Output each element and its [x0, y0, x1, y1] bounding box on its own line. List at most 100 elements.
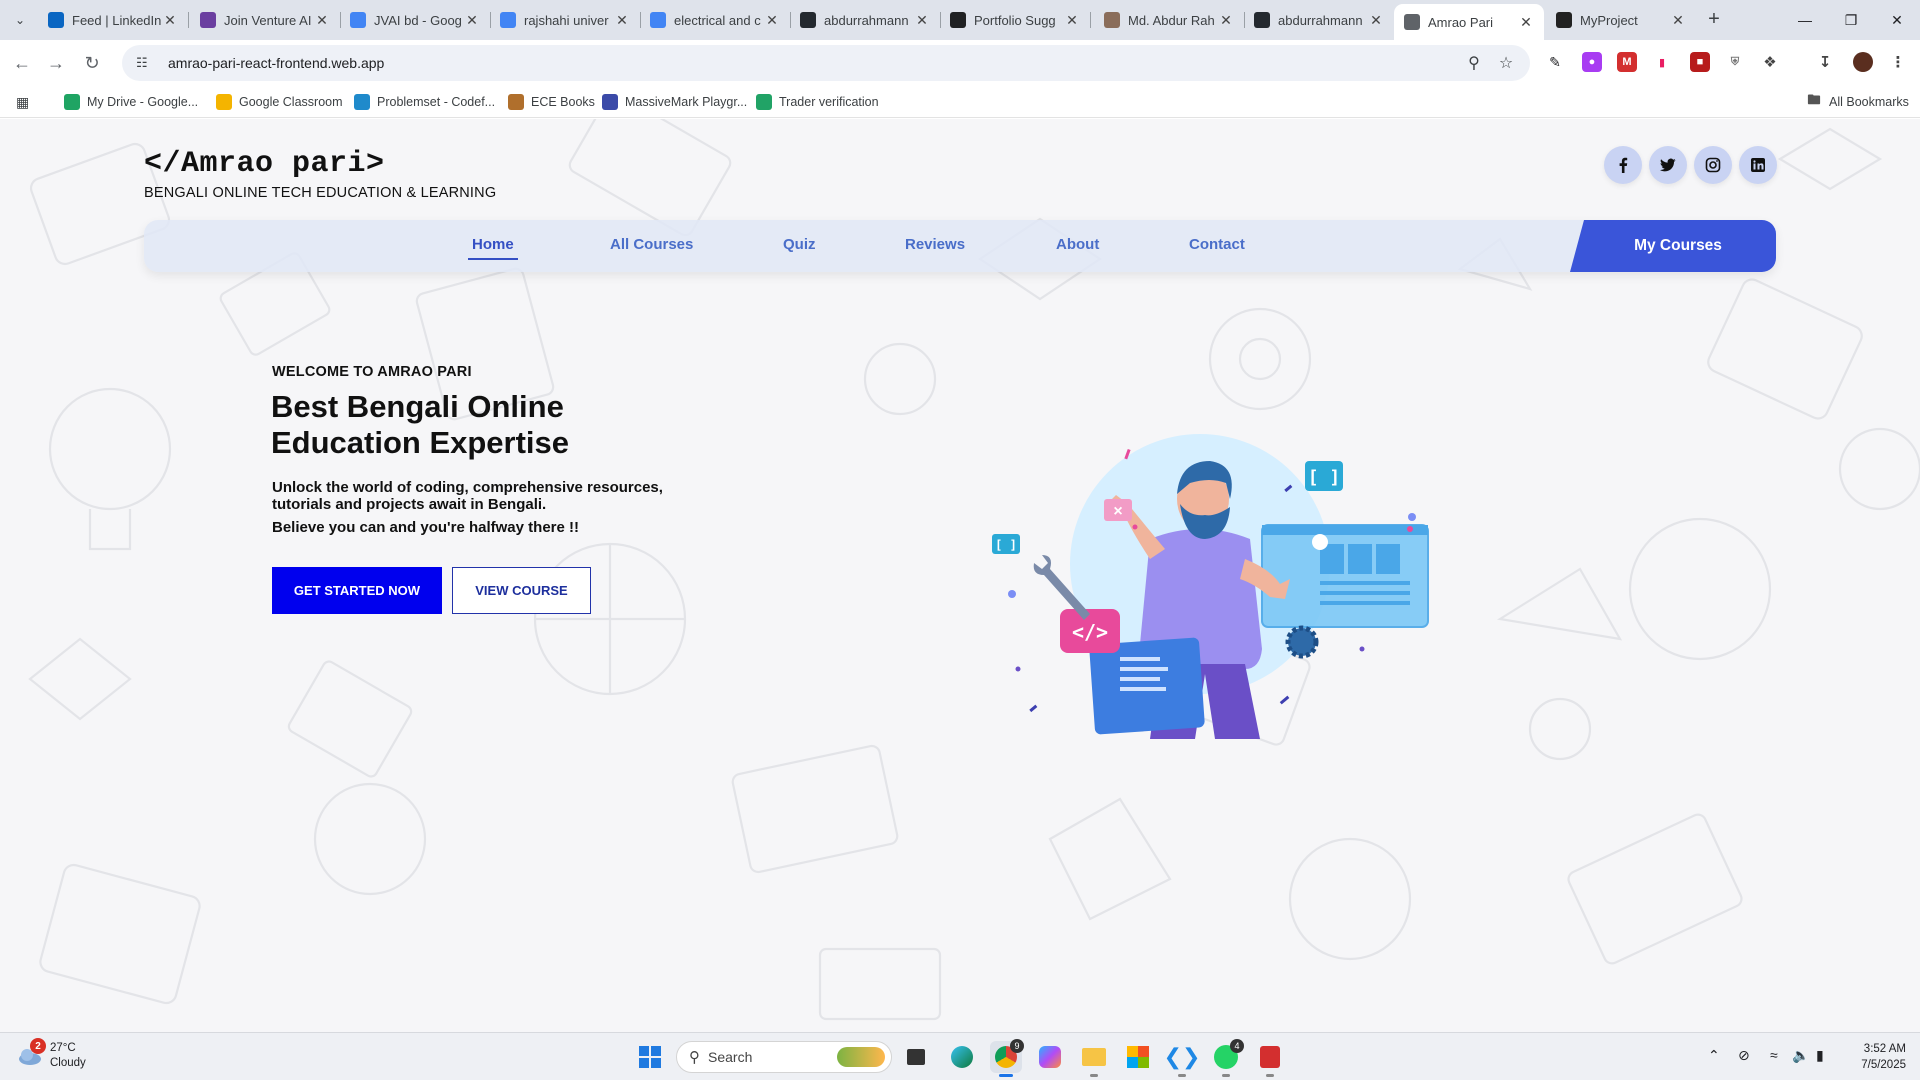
- system-clock[interactable]: 3:52 AM 7/5/2025: [1846, 1041, 1906, 1073]
- bookmark-item[interactable]: ECE Books: [508, 92, 595, 112]
- massivemark-icon: [602, 94, 618, 110]
- tab-title: MyProject: [1580, 12, 1638, 28]
- browser-tab[interactable]: JVAI bd - Goog ✕: [340, 4, 490, 36]
- close-tab-icon[interactable]: ✕: [614, 12, 630, 29]
- site-info-icon[interactable]: ☷: [136, 55, 156, 71]
- no-network-icon[interactable]: ⊘: [1738, 1047, 1750, 1064]
- browser-tab[interactable]: rajshahi univer ✕: [490, 4, 640, 36]
- close-tab-icon[interactable]: ✕: [464, 12, 480, 29]
- close-window-button[interactable]: ✕: [1874, 0, 1920, 40]
- twitter-icon[interactable]: [1649, 146, 1687, 184]
- apps-grid-icon[interactable]: ▦: [16, 92, 29, 112]
- close-tab-icon[interactable]: ✕: [162, 12, 178, 29]
- extensions-puzzle-icon[interactable]: ❖: [1760, 52, 1780, 72]
- drive-icon: [64, 94, 80, 110]
- browser-tab[interactable]: abdurrahmann ✕: [790, 4, 940, 36]
- forward-button[interactable]: →: [44, 51, 68, 75]
- linkedin-icon[interactable]: [1739, 146, 1777, 184]
- start-windows-icon[interactable]: [634, 1041, 666, 1073]
- vscode-icon[interactable]: ❮❯: [1164, 1041, 1200, 1077]
- bookmark-item[interactable]: Trader verification: [756, 92, 879, 112]
- whatsapp-icon[interactable]: 4: [1210, 1039, 1244, 1077]
- store-icon[interactable]: [1122, 1041, 1154, 1073]
- browser-tab[interactable]: MyProject ✕: [1546, 4, 1696, 36]
- view-course-button[interactable]: VIEW COURSE: [452, 567, 591, 614]
- nav-link-home[interactable]: Home: [468, 236, 518, 260]
- browser-tab[interactable]: Amrao Pari ✕: [1394, 4, 1544, 40]
- purple-extension-icon[interactable]: ●: [1582, 52, 1602, 72]
- bookmarks-bar: ▦ My Drive - Google... Google Classroom Pr…: [0, 86, 1920, 118]
- get-started-button[interactable]: GET STARTED NOW: [272, 567, 442, 614]
- chevron-up-icon[interactable]: ⌃: [1708, 1047, 1720, 1064]
- close-tab-icon[interactable]: ✕: [1670, 12, 1686, 29]
- browser-tab[interactable]: Join Venture AI ✕: [190, 4, 340, 36]
- close-tab-icon[interactable]: ✕: [1064, 12, 1080, 29]
- browser-tab[interactable]: Portfolio Sugg ✕: [940, 4, 1090, 36]
- close-tab-icon[interactable]: ✕: [314, 12, 330, 29]
- edge-browser-icon[interactable]: [946, 1041, 978, 1073]
- all-bookmarks-button[interactable]: 🖿 All Bookmarks: [1806, 92, 1908, 112]
- square-extension-icon[interactable]: ■: [1690, 52, 1710, 72]
- my-courses-button[interactable]: My Courses: [1570, 220, 1776, 272]
- chrome-icon[interactable]: 9: [990, 1039, 1024, 1077]
- shield-extension-icon[interactable]: ⛨: [1725, 52, 1745, 72]
- bars-extension-icon[interactable]: ▮: [1652, 52, 1672, 72]
- weather-condition: Cloudy: [50, 1057, 86, 1069]
- red-extension-icon[interactable]: M: [1617, 52, 1637, 72]
- classroom-icon: [216, 94, 232, 110]
- tab-strip: ⌄ Feed | LinkedIn ✕ Join Venture AI ✕ JVAI b…: [0, 0, 1920, 40]
- bookmark-star-icon[interactable]: ☆: [1494, 51, 1518, 75]
- svg-text:[ ]: [ ]: [1308, 467, 1341, 488]
- zoom-icon[interactable]: ⚲: [1462, 51, 1486, 75]
- copilot-icon[interactable]: [1034, 1041, 1066, 1073]
- nav-link-about[interactable]: About: [1056, 236, 1099, 253]
- browser-tab[interactable]: electrical and c ✕: [640, 4, 790, 36]
- bookmark-label: Problemset - Codef...: [377, 95, 496, 109]
- restore-button[interactable]: ❐: [1828, 0, 1874, 40]
- close-tab-icon[interactable]: ✕: [1218, 12, 1234, 29]
- volume-icon[interactable]: 🔈: [1792, 1047, 1809, 1064]
- gear-graphic: [1285, 625, 1319, 659]
- profile-avatar[interactable]: [1853, 52, 1873, 72]
- close-tab-icon[interactable]: ✕: [1518, 14, 1534, 31]
- download-icon[interactable]: ↧: [1815, 52, 1835, 72]
- close-tab-icon[interactable]: ✕: [914, 12, 930, 29]
- brand[interactable]: </Amrao pari> BENGALI ONLINE TECH EDUCAT…: [144, 147, 496, 201]
- browser-tab[interactable]: Md. Abdur Rah ✕: [1094, 4, 1244, 36]
- chatgpt-icon: [950, 12, 966, 28]
- tab-search-button[interactable]: ⌄: [8, 8, 32, 32]
- bookmark-item[interactable]: Problemset - Codef...: [354, 92, 495, 112]
- minimize-button[interactable]: —: [1782, 0, 1828, 40]
- taskbar-search[interactable]: ⚲ Search: [676, 1041, 892, 1073]
- browser-tab[interactable]: Feed | LinkedIn ✕: [38, 4, 188, 36]
- clock-date: 7/5/2025: [1861, 1059, 1906, 1071]
- task-view-icon[interactable]: [900, 1041, 932, 1073]
- close-tab-icon[interactable]: ✕: [764, 12, 780, 29]
- wifi-icon[interactable]: ≈: [1770, 1047, 1778, 1063]
- reload-button[interactable]: ↻: [80, 51, 104, 75]
- globe-icon: [1404, 14, 1420, 30]
- new-tab-button[interactable]: +: [1702, 8, 1726, 32]
- facebook-icon[interactable]: [1604, 146, 1642, 184]
- file-explorer-icon[interactable]: [1078, 1041, 1110, 1077]
- nav-link-quiz[interactable]: Quiz: [783, 236, 816, 253]
- bookmark-item[interactable]: MassiveMark Playgr...: [602, 92, 747, 112]
- browser-tab[interactable]: abdurrahmann ✕: [1244, 4, 1394, 36]
- code-badge-graphic: </>: [1060, 609, 1120, 653]
- pen-extension-icon[interactable]: ✎: [1545, 52, 1565, 72]
- back-button[interactable]: ←: [10, 51, 34, 75]
- close-tab-icon[interactable]: ✕: [1368, 12, 1384, 29]
- nav-link-all-courses[interactable]: All Courses: [610, 236, 693, 253]
- bookmark-label: Trader verification: [779, 95, 879, 109]
- address-bar[interactable]: ☷ amrao-pari-react-frontend.web.app: [122, 45, 1530, 81]
- menu-kebab-icon[interactable]: ⋮: [1888, 52, 1908, 72]
- instagram-icon[interactable]: [1694, 146, 1732, 184]
- battery-icon[interactable]: ▮: [1816, 1047, 1824, 1064]
- weather-widget[interactable]: 2 27°C Cloudy: [16, 1038, 86, 1071]
- nav-link-contact[interactable]: Contact: [1189, 236, 1245, 253]
- folder-icon: 🖿: [1807, 92, 1821, 107]
- bookmark-item[interactable]: Google Classroom: [216, 92, 343, 112]
- bookmark-item[interactable]: My Drive - Google...: [64, 92, 198, 112]
- nav-link-reviews[interactable]: Reviews: [905, 236, 965, 253]
- acrobat-icon[interactable]: [1254, 1041, 1286, 1077]
